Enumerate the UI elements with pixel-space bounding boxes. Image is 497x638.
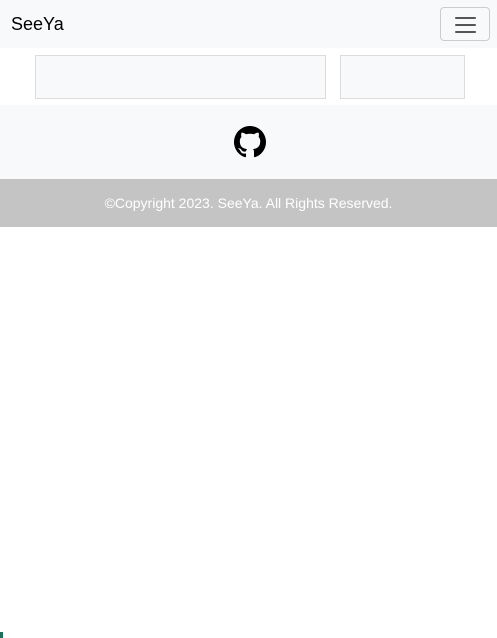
- content-box-left: [35, 55, 326, 99]
- navbar-toggler-button[interactable]: [440, 7, 490, 41]
- footer: ©Copyright 2023. SeeYa. All Rights Reser…: [0, 179, 497, 227]
- social-links: [0, 105, 497, 179]
- github-icon: [234, 126, 266, 158]
- corner-accent: [0, 632, 3, 638]
- content-row: [0, 48, 497, 105]
- github-link[interactable]: [234, 126, 266, 158]
- content-box-right: [340, 55, 465, 99]
- copyright-text: ©Copyright 2023. SeeYa. All Rights Reser…: [104, 195, 393, 211]
- brand-link[interactable]: SeeYa: [11, 13, 64, 35]
- navbar: SeeYa: [0, 0, 497, 48]
